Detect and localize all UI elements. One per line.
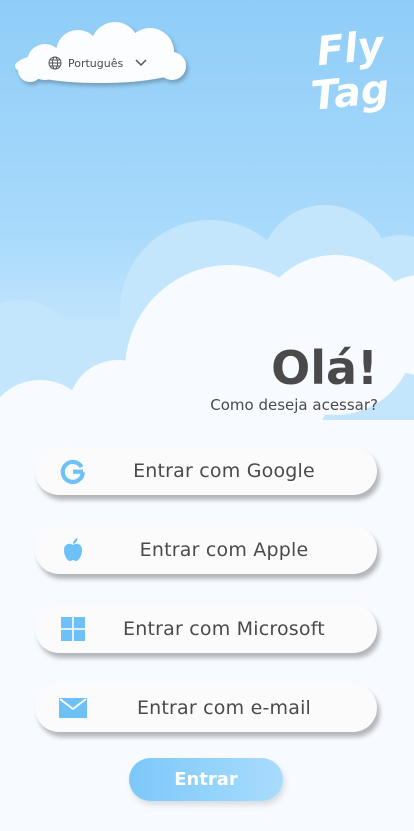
logo-line2: Tag — [309, 66, 392, 114]
greeting-subtitle: Como deseja acessar? — [210, 396, 378, 414]
greeting-title: Olá! — [271, 341, 378, 395]
flytag-logo: Fly Tag — [309, 22, 392, 114]
language-label: Português — [68, 56, 124, 70]
apple-login-button[interactable]: Entrar com Apple — [35, 526, 377, 574]
windows-icon — [59, 617, 87, 641]
email-login-button[interactable]: Entrar com e-mail — [35, 684, 377, 732]
greeting: Olá! Como deseja acessar? — [210, 340, 378, 414]
login-screen: Português Fly Tag Olá! Como deseja acess… — [0, 0, 414, 831]
apple-icon — [59, 538, 87, 562]
globe-icon — [48, 56, 62, 70]
language-selector[interactable]: Português — [48, 52, 147, 74]
google-icon — [59, 459, 87, 484]
chevron-down-icon — [135, 59, 147, 67]
mail-icon — [59, 696, 87, 720]
microsoft-login-button[interactable]: Entrar com Microsoft — [35, 605, 377, 653]
google-login-button[interactable]: Entrar com Google — [35, 447, 377, 495]
enter-button[interactable]: Entrar — [129, 758, 283, 801]
